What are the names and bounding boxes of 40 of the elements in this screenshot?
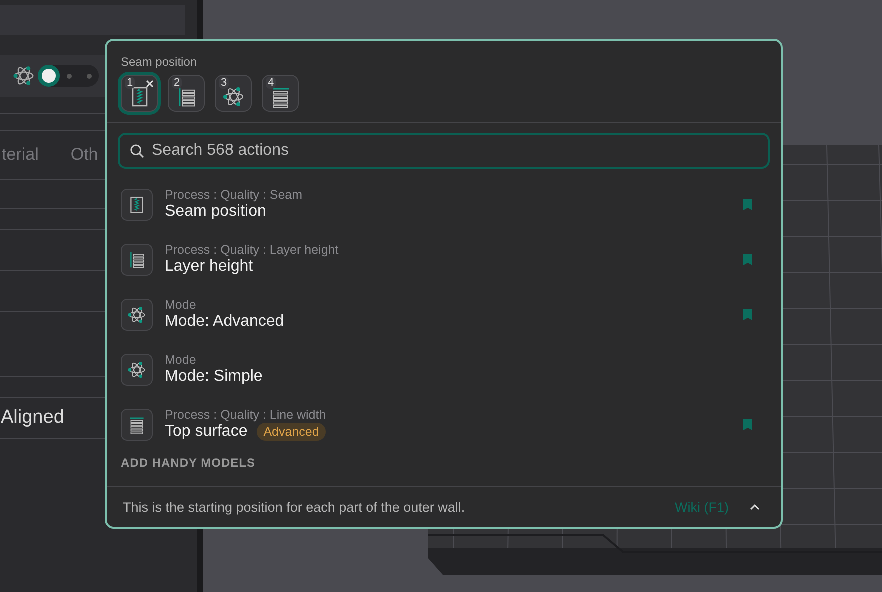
atom-icon	[121, 354, 153, 386]
chevron-up-icon[interactable]	[749, 503, 761, 511]
bookmark-icon[interactable]	[743, 308, 753, 320]
action-path: Process : Quality : Line width	[165, 408, 328, 422]
seam-icon	[121, 188, 153, 220]
layers-icon	[121, 244, 153, 276]
description-text: This is the starting position for each part of the outer wall.	[123, 500, 466, 514]
action-path: Mode	[165, 353, 198, 367]
action-title: Mode: Simple	[165, 368, 263, 386]
action-title: Mode: Advanced	[165, 313, 284, 331]
stack-icon	[121, 408, 153, 440]
advanced-tag: Advanced	[256, 423, 326, 441]
action-title: Top surface	[165, 423, 248, 441]
field-value: Aligned	[1, 407, 64, 429]
atom-icon	[222, 84, 246, 108]
action-path: Mode	[165, 298, 198, 312]
recent-action-button[interactable]: 1	[121, 75, 158, 112]
palette-title: Seam position	[121, 55, 198, 69]
atom-icon	[13, 65, 35, 87]
action-item[interactable]: Process : Quality : Seam Seam position	[121, 177, 767, 232]
action-item[interactable]: Process : Quality : Line width Top surface Advanced	[121, 397, 767, 452]
action-path: Process : Quality : Layer height	[165, 243, 340, 257]
bookmark-icon[interactable]	[743, 254, 753, 266]
action-item[interactable]: Mode Mode: Advanced	[121, 287, 767, 342]
recent-action-button[interactable]: 3	[215, 75, 252, 112]
search-field[interactable]: Search 568 actions	[118, 133, 770, 169]
action-title: Layer height	[165, 258, 254, 276]
action-item[interactable]: Process : Quality : Layer height Layer height	[121, 232, 767, 287]
mode-switch[interactable]	[39, 65, 99, 87]
bookmark-icon[interactable]	[743, 198, 753, 210]
search-icon	[130, 144, 145, 159]
recent-action-button[interactable]: 2	[168, 75, 205, 112]
bookmark-icon[interactable]	[743, 418, 753, 430]
atom-icon	[121, 298, 153, 330]
action-path: Process : Quality : Seam	[165, 188, 304, 202]
section-heading: ADD HANDY MODELS	[121, 456, 256, 470]
close-icon[interactable]	[145, 79, 155, 89]
recent-action-button[interactable]: 4	[262, 75, 299, 112]
action-item[interactable]: Mode Mode: Simple	[121, 342, 767, 397]
action-title: Seam position	[165, 203, 266, 221]
